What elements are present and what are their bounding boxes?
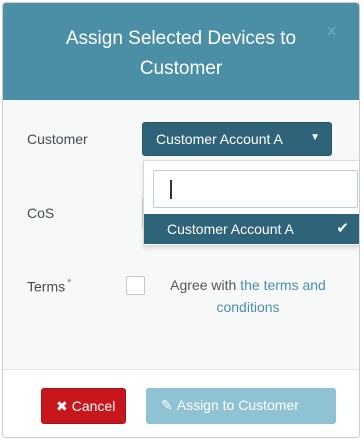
agree-text: Agree with the terms and conditions — [158, 274, 338, 318]
edit-icon: ✎ — [161, 397, 173, 413]
assign-label: Assign to Customer — [176, 397, 299, 413]
terms-checkbox[interactable] — [126, 276, 145, 295]
cancel-button[interactable]: ✖ Cancel — [41, 388, 126, 424]
customer-select[interactable]: Customer Account A ▼ — [142, 122, 332, 156]
required-marker: * — [67, 277, 72, 289]
dropdown-option[interactable]: Customer Account A ✔ — [144, 214, 359, 244]
check-icon: ✔ — [336, 220, 349, 237]
customer-select-value: Customer Account A — [156, 131, 283, 147]
text-cursor — [170, 180, 172, 199]
dropdown-search-input[interactable] — [153, 170, 358, 208]
dropdown-option-label: Customer Account A — [167, 221, 294, 237]
assign-to-customer-button[interactable]: ✎ Assign to Customer — [146, 388, 336, 424]
assign-devices-modal: Assign Selected Devices to Customer × Cu… — [2, 2, 360, 438]
close-icon[interactable]: × — [326, 21, 337, 42]
customer-dropdown: Customer Account A ✔ — [143, 160, 359, 246]
terms-label: Terms * — [27, 277, 71, 295]
modal-footer: ✖ Cancel ✎ Assign to Customer — [3, 369, 359, 437]
times-icon: ✖ — [56, 398, 68, 414]
modal-title: Assign Selected Devices to Customer — [65, 28, 297, 79]
modal-header: Assign Selected Devices to Customer × — [3, 3, 359, 100]
terms-label-text: Terms — [27, 278, 66, 295]
caret-down-icon: ▼ — [310, 132, 320, 143]
cancel-label: Cancel — [71, 398, 116, 414]
customer-label: Customer — [27, 131, 88, 147]
cos-label: CoS — [27, 205, 55, 221]
agree-prefix: Agree with — [170, 277, 241, 293]
